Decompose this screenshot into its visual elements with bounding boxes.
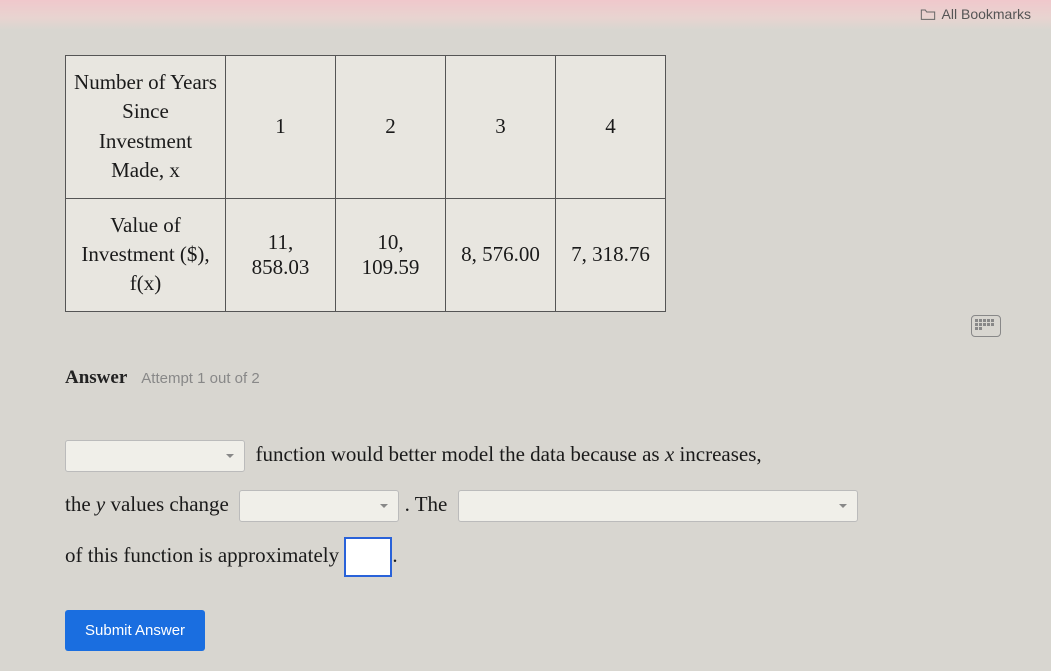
sentence-text: function would better model the data bec… [256, 442, 660, 466]
chevron-down-icon [378, 500, 390, 512]
sentence-text: . [392, 543, 397, 567]
table-cell: 8, 576.00 [446, 198, 556, 311]
fill-in-sentence: function would better model the data bec… [65, 429, 1041, 580]
table-cell: 10, 109.59 [336, 198, 446, 311]
table-row: Number of Years Since Investment Made, x… [66, 56, 666, 199]
table-cell: 11, 858.03 [226, 198, 336, 311]
variable-y: y [96, 492, 105, 516]
dropdown-change-type[interactable] [239, 490, 399, 522]
all-bookmarks-label: All Bookmarks [942, 6, 1031, 22]
submit-answer-button[interactable]: Submit Answer [65, 610, 205, 651]
answer-label: Answer [65, 367, 127, 389]
main-content: Number of Years Since Investment Made, x… [65, 55, 1041, 651]
chevron-down-icon [224, 450, 236, 462]
table-cell: 4 [556, 56, 666, 199]
folder-icon [920, 7, 936, 21]
table-cell: 7, 318.76 [556, 198, 666, 311]
sentence-text: values change [110, 492, 228, 516]
sentence-text: . The [405, 492, 448, 516]
answer-section: Answer Attempt 1 out of 2 function would… [65, 367, 1041, 651]
numeric-input[interactable] [344, 537, 392, 577]
answer-header: Answer Attempt 1 out of 2 [65, 367, 1041, 389]
sentence-text: increases, [679, 442, 761, 466]
sentence-text: of this function is approximately [65, 543, 339, 567]
table-cell: 2 [336, 56, 446, 199]
row-header-years: Number of Years Since Investment Made, x [66, 56, 226, 199]
attempt-label: Attempt 1 out of 2 [141, 370, 259, 387]
data-table: Number of Years Since Investment Made, x… [65, 55, 666, 312]
table-cell: 3 [446, 56, 556, 199]
table-row: Value of Investment ($), f(x) 11, 858.03… [66, 198, 666, 311]
variable-x: x [665, 442, 674, 466]
top-bar-gradient [0, 0, 1051, 30]
row-header-value: Value of Investment ($), f(x) [66, 198, 226, 311]
dropdown-function-type[interactable] [65, 440, 245, 472]
dropdown-property[interactable] [458, 490, 858, 522]
sentence-text: the [65, 492, 91, 516]
table-cell: 1 [226, 56, 336, 199]
keyboard-icon[interactable] [971, 315, 1001, 337]
chevron-down-icon [837, 500, 849, 512]
all-bookmarks-button[interactable]: All Bookmarks [920, 6, 1031, 22]
